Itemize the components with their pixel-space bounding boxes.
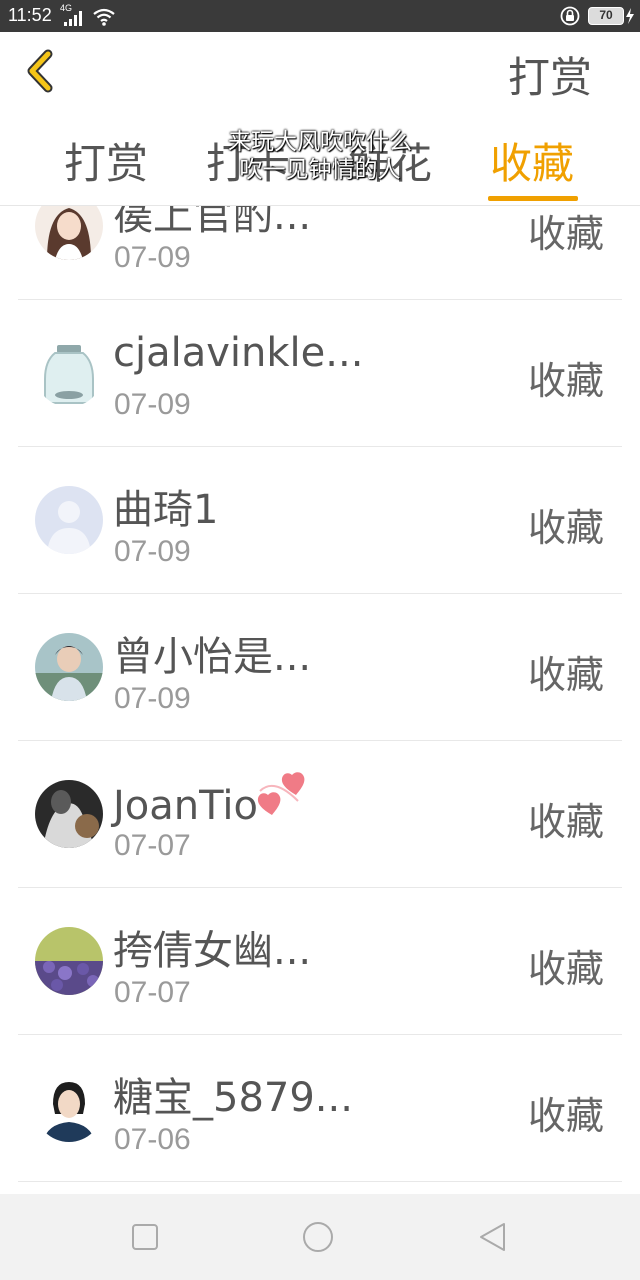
- list-item[interactable]: 曾小怡是... 07-09 收藏: [18, 594, 622, 741]
- avatar: [35, 1074, 103, 1142]
- caption-line-1: 来玩大风吹吹什么: [228, 129, 412, 155]
- rotation-lock-icon: [560, 6, 580, 26]
- avatar: [35, 927, 103, 995]
- status-bar: 11:52 4G 70: [0, 0, 640, 32]
- recent-apps-icon[interactable]: [128, 1220, 162, 1254]
- action-label: 收藏: [527, 800, 604, 844]
- avatar: [35, 339, 103, 407]
- list-item[interactable]: cjalavinkle... 07-09 收藏: [18, 300, 622, 447]
- avatar: [35, 633, 103, 701]
- list-item[interactable]: 曲琦1 07-09 收藏: [18, 447, 622, 594]
- avatar: [35, 780, 103, 848]
- back-icon[interactable]: [20, 48, 64, 94]
- user-name: 篌上官酌...: [113, 206, 312, 239]
- user-name: 曾小怡是...: [113, 634, 312, 680]
- action-label: 收藏: [527, 212, 604, 256]
- caption-line-2: 吹一见钟情的人: [239, 157, 401, 183]
- action-label: 收藏: [527, 653, 604, 697]
- signal-icon: [64, 11, 82, 26]
- action-label: 收藏: [527, 506, 604, 550]
- date-label: 07-09: [114, 241, 191, 274]
- date-label: 07-09: [114, 682, 191, 715]
- wifi-icon: [93, 8, 115, 26]
- back-nav-icon[interactable]: [475, 1220, 509, 1254]
- user-name: cjalavinkle...: [113, 330, 364, 376]
- page-title: 打赏: [507, 53, 592, 102]
- system-nav-bar: [0, 1194, 640, 1280]
- user-name: 糖宝_5879...: [113, 1075, 353, 1121]
- user-name: 曲琦1: [113, 487, 219, 533]
- tab-bar: 打赏 打卡 鲜花 收藏 来玩大风吹吹什么 吹一见钟情的人: [0, 116, 640, 206]
- action-label: 收藏: [527, 359, 604, 403]
- date-label: 07-07: [114, 976, 191, 1009]
- avatar: [35, 486, 103, 554]
- floating-caption: 来玩大风吹吹什么 吹一见钟情的人: [200, 128, 440, 184]
- action-label: 收藏: [527, 1094, 604, 1138]
- date-label: 07-09: [114, 535, 191, 568]
- list-item[interactable]: 篌上官酌... 07-09 收藏: [18, 206, 622, 300]
- home-icon[interactable]: [301, 1220, 335, 1254]
- list-item[interactable]: 挎倩女幽... 07-07 收藏: [18, 888, 622, 1035]
- date-label: 07-06: [114, 1123, 191, 1156]
- action-label: 收藏: [527, 947, 604, 991]
- user-name: 挎倩女幽...: [113, 928, 312, 974]
- user-name-text: JoanTio: [113, 783, 258, 829]
- active-tab-indicator: [488, 196, 578, 201]
- tab-favorites[interactable]: 收藏: [490, 130, 574, 191]
- date-label: 07-09: [114, 388, 191, 421]
- user-name: JoanTio: [113, 771, 308, 829]
- top-bar: 打赏: [0, 32, 640, 116]
- avatar: [35, 206, 103, 260]
- date-label: 07-07: [114, 829, 191, 862]
- favorites-list[interactable]: 篌上官酌... 07-09 收藏 cjalavinkle... 07-09 收藏…: [0, 206, 640, 1194]
- status-time: 11:52: [8, 5, 52, 25]
- battery-icon: 70: [588, 7, 624, 25]
- list-item[interactable]: JoanTio 07-07 收藏: [18, 741, 622, 888]
- list-item[interactable]: 糖宝_5879... 07-06 收藏: [18, 1035, 622, 1182]
- revolving-hearts-icon: [257, 772, 305, 815]
- tab-reward[interactable]: 打赏: [64, 130, 148, 191]
- charging-icon: [626, 8, 634, 24]
